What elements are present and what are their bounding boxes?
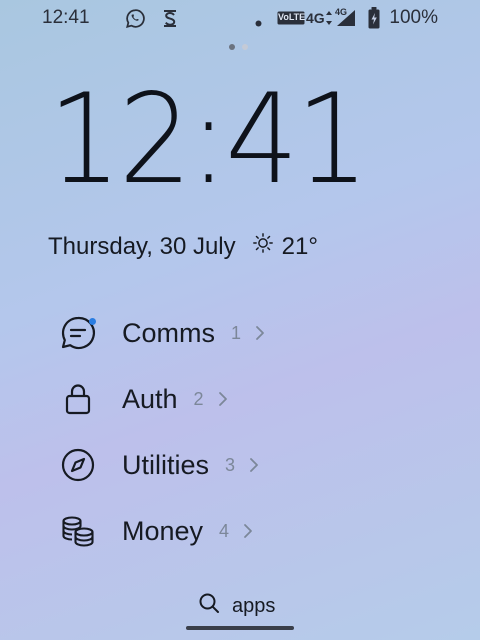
group-utilities[interactable]: Utilities 3 [58,432,358,498]
notification-dot-icon [255,14,262,32]
chevron-right-icon [255,325,265,341]
whatsapp-icon [125,8,146,34]
group-label: Comms [122,317,215,348]
group-count: 4 [219,520,230,541]
app-groups-list: Comms 1 Auth 2 Utilities 3 Money 4 [58,300,358,564]
chevron-right-icon [249,457,259,473]
network-type: 4G [306,10,325,26]
coins-icon [58,511,98,551]
group-count: 3 [225,454,236,475]
group-label: Utilities [122,449,210,480]
group-auth[interactable]: Auth 2 [58,366,358,432]
group-money[interactable]: Money 4 [58,498,358,564]
group-label: Money [122,515,204,546]
chevron-right-icon [243,523,253,539]
group-label: Auth [122,383,178,414]
notification-dot [89,318,96,325]
lock-icon [58,379,98,419]
chat-bubble-icon [58,313,98,353]
search-label: apps [232,594,276,617]
weather-widget[interactable]: 21° [252,232,318,261]
compass-icon [58,445,98,485]
home-indicator[interactable] [186,626,294,630]
page-dot [242,44,248,50]
battery-charging-icon [368,7,380,34]
group-count: 2 [193,388,204,409]
date-weather-row: Thursday, 30 July 21° [48,232,318,261]
home-clock[interactable]: 12:41 [48,78,369,202]
app-search-button[interactable]: apps [198,592,275,620]
data-arrows-icon [325,10,333,31]
battery-percent: 100% [389,7,438,28]
search-icon [198,592,232,620]
status-time: 12:41 [42,7,90,28]
group-count: 1 [231,322,242,343]
chevron-right-icon [218,391,228,407]
group-comms[interactable]: Comms 1 [58,300,358,366]
status-bar: 12:41 VoLTE 4G 4G 100% [0,0,480,36]
date-text[interactable]: Thursday, 30 July [48,233,236,261]
sync-icon [160,8,180,34]
signal-icon [336,9,356,32]
temperature: 21° [281,232,318,260]
page-dot-active [229,44,235,50]
volte-label: VoLTE [278,12,306,22]
sun-icon [252,232,282,261]
